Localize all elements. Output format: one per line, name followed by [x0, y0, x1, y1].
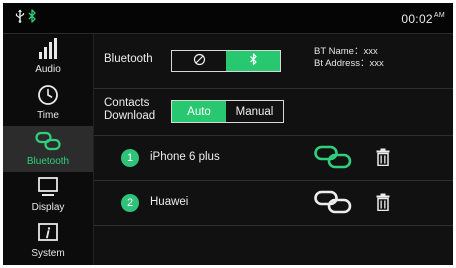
sidebar-item-label: Time — [37, 110, 59, 121]
paired-device-row[interactable]: 2 Huawei — [94, 181, 453, 226]
sidebar-item-display[interactable]: Display — [3, 172, 93, 218]
ampm-indicator: AM — [433, 12, 445, 19]
status-bar: 00:02AM — [3, 3, 453, 34]
bluetooth-off-option[interactable] — [172, 51, 226, 71]
equalizer-icon — [3, 38, 93, 64]
sidebar-item-system[interactable]: System — [3, 218, 93, 264]
settings-sidebar: Audio Time Bluetooth Display System — [3, 34, 94, 265]
clock-icon — [3, 84, 93, 110]
info-icon — [3, 222, 93, 248]
bluetooth-label: Bluetooth — [104, 53, 153, 65]
device-index-badge: 2 — [121, 194, 139, 212]
device-index-badge: 1 — [121, 149, 139, 167]
bluetooth-icon — [249, 53, 258, 69]
sidebar-item-audio[interactable]: Audio — [3, 34, 93, 80]
disconnected-link-icon[interactable] — [314, 190, 352, 219]
sidebar-item-bluetooth[interactable]: Bluetooth — [3, 126, 93, 172]
sidebar-item-label: Audio — [35, 64, 61, 75]
bluetooth-row: Bluetooth BT Name：xxx Bt Address：xxx — [94, 34, 453, 89]
sidebar-item-time[interactable]: Time — [3, 80, 93, 126]
contacts-download-row: Contacts Download Auto Manual — [94, 89, 453, 136]
car-settings-screen: 00:02AM Audio Time Bluetooth Display Sys… — [3, 3, 453, 265]
device-name: iPhone 6 plus — [150, 151, 220, 163]
link-icon — [3, 130, 93, 156]
device-name: Huawei — [150, 196, 189, 208]
off-icon — [193, 53, 206, 69]
sidebar-item-label: Bluetooth — [26, 156, 70, 167]
contacts-label-line1: Contacts — [104, 97, 150, 109]
bluetooth-settings-panel: Bluetooth BT Name：xxx Bt Address：xxx Con… — [94, 34, 453, 265]
paired-device-row[interactable]: 1 iPhone 6 plus — [94, 136, 453, 181]
bt-address: Bt Address：xxx — [314, 58, 384, 69]
bt-name: BT Name：xxx — [314, 46, 378, 57]
delete-trash-icon[interactable] — [376, 193, 390, 216]
monitor-icon — [3, 176, 93, 202]
clock-display: 00:02AM — [401, 12, 445, 26]
sidebar-item-label: System — [31, 248, 65, 259]
delete-trash-icon[interactable] — [376, 148, 390, 171]
contacts-label-line2: Download — [104, 110, 156, 122]
contacts-download-toggle: Auto Manual — [171, 100, 284, 123]
bluetooth-on-option[interactable] — [226, 51, 280, 71]
sidebar-item-label: Display — [31, 202, 65, 213]
time-value: 00:02 — [401, 12, 433, 26]
contacts-manual-option[interactable]: Manual — [226, 101, 283, 122]
bluetooth-status-icon — [27, 9, 37, 28]
bluetooth-toggle — [171, 50, 281, 72]
contacts-auto-option[interactable]: Auto — [172, 101, 226, 122]
contacts-download-label: Contacts Download — [104, 97, 155, 123]
usb-icon — [15, 9, 25, 26]
bt-info: BT Name：xxx Bt Address：xxx — [314, 46, 384, 70]
connected-link-icon[interactable] — [314, 145, 352, 174]
